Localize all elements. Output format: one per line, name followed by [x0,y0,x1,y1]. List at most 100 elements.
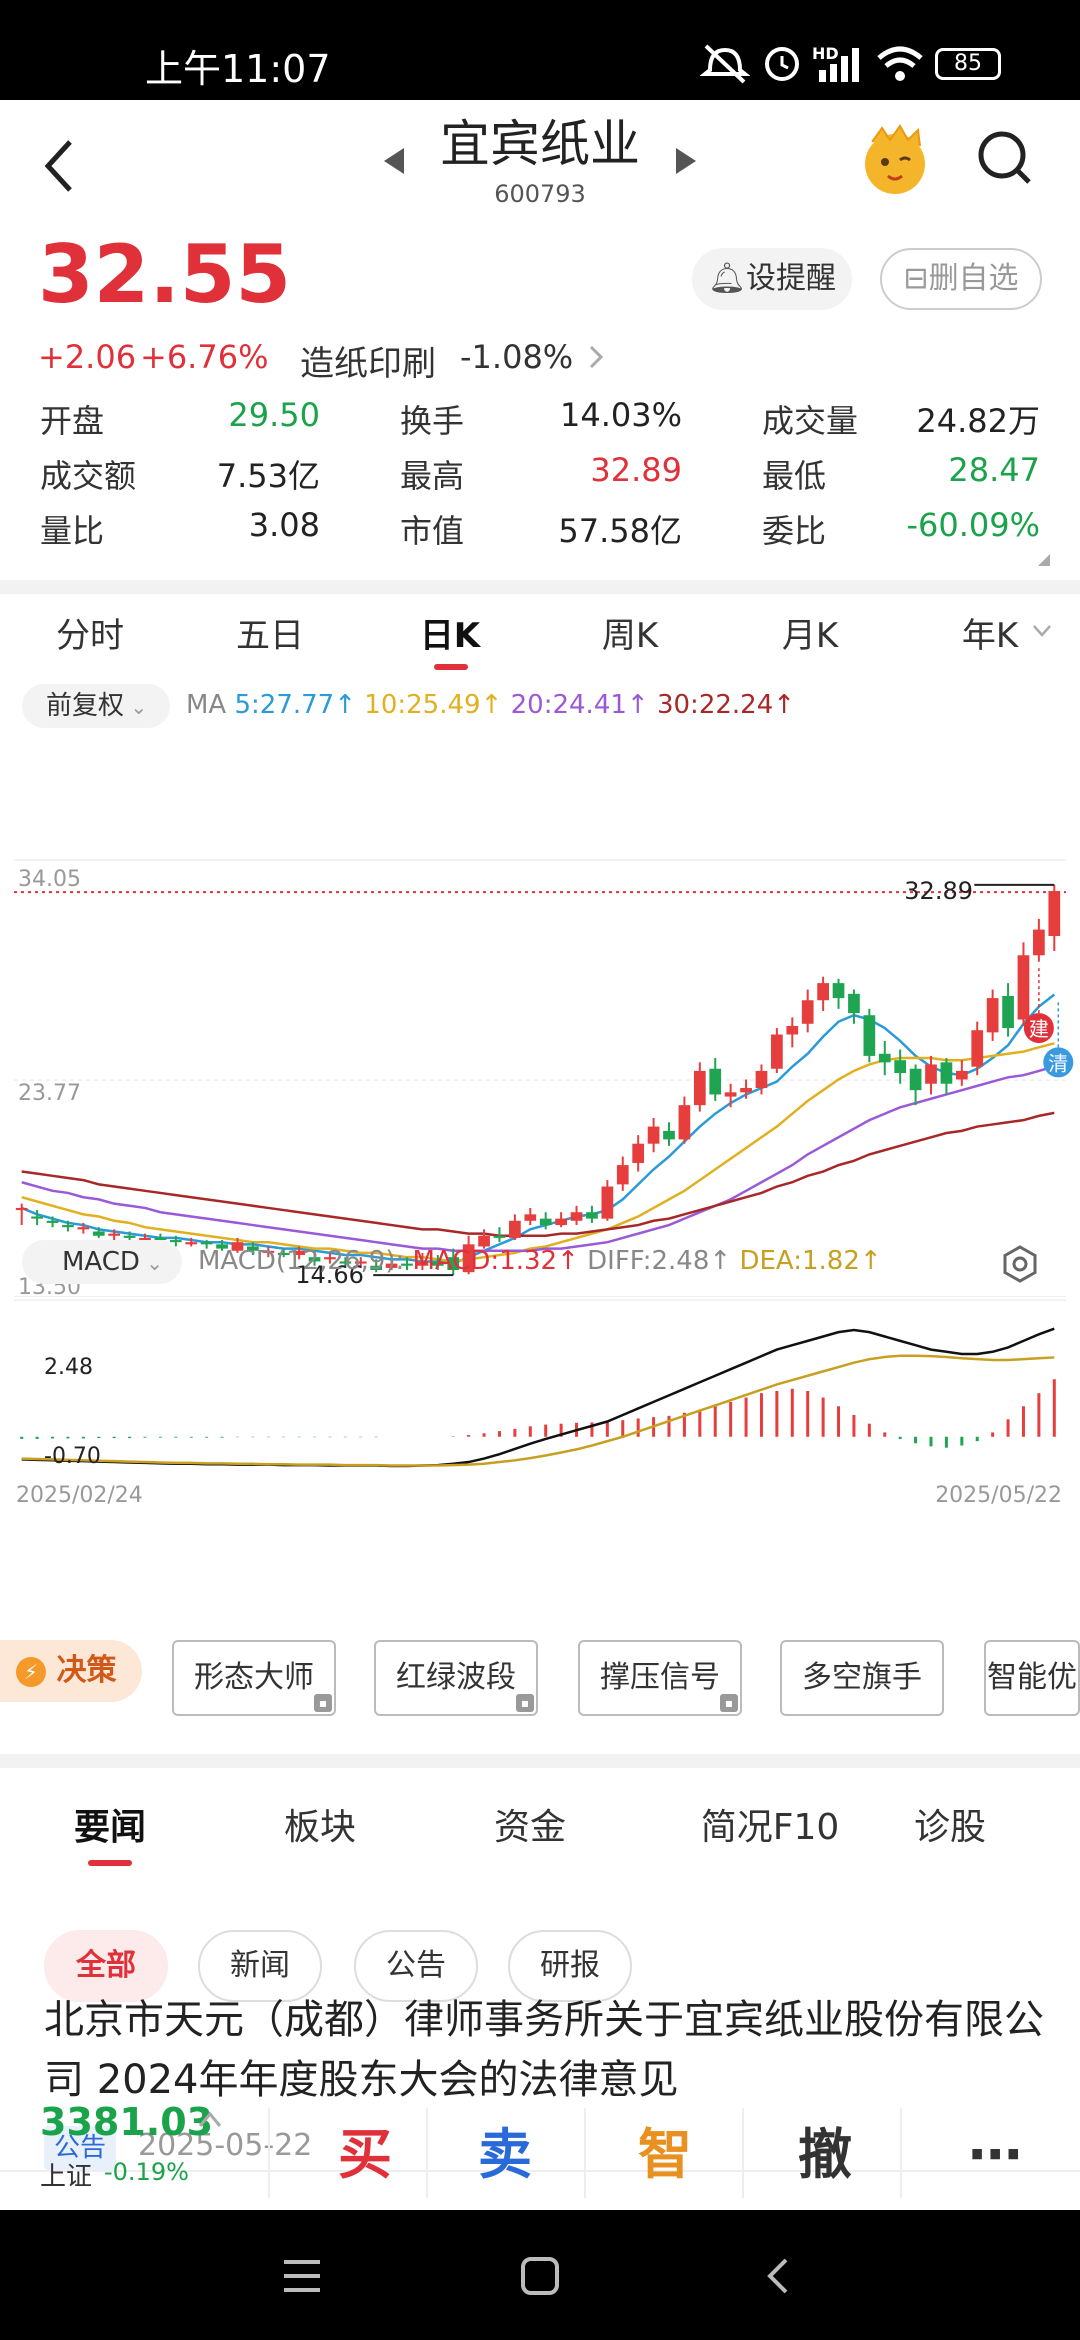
candle [524,1207,537,1226]
stock-name: 宜宾纸业 [440,115,640,173]
tool-button-label: 智能优 [987,1660,1077,1695]
candle [771,1028,783,1074]
content-tab[interactable]: 简况F10 [670,1798,870,1850]
content-tab[interactable]: 板块 [250,1798,390,1850]
diff-value: DIFF:2.48↑ [587,1246,732,1276]
expand-corner-icon[interactable] [1036,552,1052,568]
candle [940,1058,953,1095]
chevron-right-icon[interactable] [588,344,604,370]
period-tab[interactable]: 周K [570,608,690,657]
remove-watchlist-label: 删自选 [928,261,1019,296]
ma20-line [21,1065,1055,1253]
candle [15,1203,28,1226]
macd-chart[interactable]: 2.48 -0.70 2025/02/24 2025/05/22 [0,1296,1080,1506]
candle [1017,942,1030,1026]
stat-label: 开盘 [40,402,105,440]
date-start: 2025/02/24 [16,1483,143,1506]
menu-icon[interactable] [282,2258,322,2294]
sector-change[interactable]: -1.08% [460,338,573,376]
candle [986,989,999,1041]
stat-label: 委比 [762,512,827,550]
y-axis-label: 34.05 [18,867,81,892]
stat-label: 量比 [40,512,105,550]
stock-detail-page: 宜宾纸业 600793 32.55 🔔︎设提醒 ⊟删自选 +2.06 +6.76… [0,100,1080,2210]
high-label: 32.89 [904,877,973,905]
dropdown-chevron-icon: ⌄ [124,695,148,719]
diff-line [21,1327,1055,1468]
index-value[interactable]: 3381.03 [40,2100,213,2144]
candle [801,989,814,1033]
stat-value: 28.47 [948,451,1040,489]
buy-button[interactable]: 买 [290,2100,440,2210]
back-arrow-icon[interactable] [40,136,80,196]
divider [900,2108,902,2198]
content-tab[interactable]: 资金 [460,1798,600,1850]
ma-values: MA 5:27.77↑ 10:25.49↑ 20:24.41↑ 30:22.24… [186,690,795,720]
tool-button[interactable]: 多空旗手 [780,1640,944,1716]
build-label: 建 [1029,1017,1049,1041]
adjust-label: 前复权 [46,691,125,721]
home-icon[interactable] [520,2256,560,2296]
chevron-up-icon[interactable] [198,2110,222,2128]
next-stock-icon[interactable] [674,146,698,176]
sector-name[interactable]: 造纸印刷 [300,336,436,385]
alarm-icon [765,47,799,81]
content-tab[interactable]: 诊股 [880,1798,1020,1850]
dea-value: DEA:1.82↑ [739,1246,882,1276]
ma5-line [21,993,1056,1265]
tool-button-label: 多空旗手 [802,1660,922,1695]
settings-hex-icon[interactable] [1000,1244,1040,1284]
decision-badge[interactable]: ⚡ 决策 [0,1640,142,1702]
adjust-dropdown[interactable]: 前复权 ⌄ [22,684,170,728]
cancel-order-button[interactable]: 撤 [750,2100,900,2210]
y-axis-label: 23.77 [18,1081,81,1106]
dropdown-chevron-icon: ⌄ [139,1251,164,1275]
stat-value: 24.82万 [916,402,1040,440]
indicator-dropdown[interactable]: MACD ⌄ [22,1240,182,1284]
candle [878,1040,891,1076]
tool-button[interactable]: 撑压信号 ▪ [578,1640,742,1716]
period-tab[interactable]: 五日 [210,608,330,657]
set-alert-button[interactable]: 🔔︎设提醒 [692,248,852,310]
chevron-down-icon[interactable] [1032,624,1052,638]
candle [616,1156,629,1191]
date-end: 2025/05/22 [935,1483,1062,1506]
tool-button[interactable]: 红绿波段 ▪ [374,1640,538,1716]
section-divider [0,1754,1080,1768]
mascot-icon[interactable] [858,122,932,196]
clear-label: 清 [1048,1051,1068,1075]
candle [632,1135,645,1172]
candle [678,1096,691,1144]
period-tab[interactable]: 月K [750,608,870,657]
smart-button[interactable]: 智 [590,2100,740,2210]
candle [863,1008,876,1063]
candle [555,1212,567,1228]
candle [1033,918,1045,962]
search-icon[interactable] [975,128,1035,188]
news-title[interactable]: 北京市天元（成都）律师事务所关于宜宾纸业股份有限公司 2024年年度股东大会的法… [44,1990,1044,2110]
candle [724,1083,737,1108]
candle [586,1205,598,1223]
period-tab[interactable]: 分时 [30,608,150,657]
candle [1048,884,1061,951]
status-time: 上午11:07 [145,47,331,91]
more-button[interactable]: ⋯ [920,2100,1070,2210]
remove-watchlist-button[interactable]: ⊟删自选 [880,248,1042,310]
tool-button[interactable]: 智能优 [984,1640,1080,1716]
set-alert-label: 设提醒 [746,261,837,296]
stat-value: 14.03% [559,396,682,434]
lock-icon: ▪ [516,1694,534,1712]
content-tab[interactable]: 要闻 [40,1798,180,1850]
candle [570,1205,583,1226]
tool-button-label: 撑压信号 [600,1660,720,1695]
signal-icon [819,48,859,82]
stat-label: 最低 [762,457,827,495]
wifi-icon [877,46,923,81]
period-tab[interactable]: 日K [390,608,510,657]
decision-label: 决策 [56,1653,117,1688]
current-price: 32.55 [38,228,292,321]
tool-button[interactable]: 形态大师 ▪ [172,1640,336,1716]
sell-button[interactable]: 卖 [430,2100,580,2210]
back-icon[interactable] [762,2256,792,2296]
candle [601,1180,614,1221]
